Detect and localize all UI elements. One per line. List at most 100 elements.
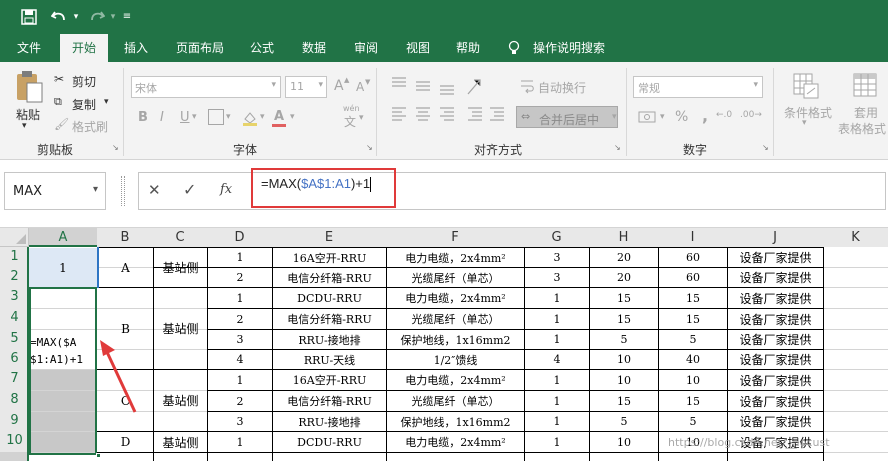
- cell-i3[interactable]: 15: [659, 288, 727, 308]
- paste-icon[interactable]: [14, 70, 44, 104]
- column-header-d[interactable]: D: [207, 228, 272, 247]
- tab-file[interactable]: 文件: [6, 34, 52, 62]
- cell-g3[interactable]: 1: [525, 288, 589, 308]
- cell-j1[interactable]: 设备厂家提供: [728, 248, 823, 267]
- cell-e1[interactable]: 16A空开-RRU: [273, 248, 386, 267]
- alignment-launcher-icon[interactable]: ↘: [614, 143, 621, 152]
- comma-button[interactable]: ,: [702, 106, 708, 125]
- cell-g6[interactable]: 4: [525, 350, 589, 369]
- cell-d3[interactable]: 1: [208, 288, 272, 308]
- column-header-e[interactable]: E: [272, 228, 386, 247]
- cell-i6[interactable]: 40: [659, 350, 727, 369]
- chevron-down-icon[interactable]: ▾: [192, 112, 197, 122]
- chevron-down-icon[interactable]: ▾: [260, 112, 265, 122]
- column-header-j[interactable]: J: [727, 228, 823, 247]
- cell-f1[interactable]: 电力电缆，2x4mm²: [387, 248, 524, 267]
- chevron-down-icon[interactable]: ▾: [359, 113, 364, 123]
- cell-d8[interactable]: 2: [208, 391, 272, 411]
- row-header-2[interactable]: 2: [0, 267, 29, 287]
- column-header-h[interactable]: H: [589, 228, 658, 247]
- cell-h10[interactable]: 10: [590, 432, 658, 452]
- undo-icon[interactable]: [48, 6, 70, 28]
- font-color-icon[interactable]: A: [274, 109, 284, 124]
- select-all-corner[interactable]: [0, 228, 29, 247]
- cell-e6[interactable]: RRU-天线: [273, 350, 386, 369]
- grow-font-button[interactable]: A: [334, 78, 344, 94]
- column-header-i[interactable]: I: [658, 228, 727, 247]
- cell-j6[interactable]: 设备厂家提供: [728, 350, 823, 369]
- cell-f10[interactable]: 电力电缆，2x4mm²: [387, 432, 524, 452]
- clipboard-launcher-icon[interactable]: ↘: [112, 143, 119, 152]
- cell-f3[interactable]: 电力电缆，2x4mm²: [387, 288, 524, 308]
- conditional-format-icon[interactable]: [792, 72, 820, 100]
- italic-button[interactable]: I: [160, 110, 164, 125]
- cell-c-1[interactable]: 基站侧: [154, 248, 207, 287]
- conditional-format-button[interactable]: 条件格式: [784, 104, 832, 121]
- tell-me-search[interactable]: 操作说明搜索: [528, 34, 610, 62]
- undo-dropdown-icon[interactable]: ▾: [70, 6, 82, 28]
- cell-j3[interactable]: 设备厂家提供: [728, 288, 823, 308]
- bold-button[interactable]: B: [138, 110, 148, 125]
- tab-view[interactable]: 视图: [396, 34, 440, 62]
- cell-a1[interactable]: 1: [29, 248, 97, 287]
- tab-data[interactable]: 数据: [292, 34, 336, 62]
- cell-f9[interactable]: 保护地线，1x16mm2: [387, 412, 524, 431]
- cell-g7[interactable]: 1: [525, 370, 589, 390]
- cell-e7[interactable]: 16A空开-RRU: [273, 370, 386, 390]
- customize-icon[interactable]: ≡: [120, 6, 134, 28]
- cell-h2[interactable]: 20: [590, 268, 658, 287]
- tab-help[interactable]: 帮助: [446, 34, 490, 62]
- number-format-select[interactable]: 常规 ▾: [633, 76, 763, 98]
- cell-e9[interactable]: RRU-接地排: [273, 412, 386, 431]
- cell-e3[interactable]: DCDU-RRU: [273, 288, 386, 308]
- cell-f4[interactable]: 光缆尾纤（单芯）: [387, 309, 524, 329]
- cell-h6[interactable]: 10: [590, 350, 658, 369]
- cell-h5[interactable]: 5: [590, 330, 658, 349]
- cell-j7[interactable]: 设备厂家提供: [728, 370, 823, 390]
- cell-g8[interactable]: 1: [525, 391, 589, 411]
- cell-d1[interactable]: 1: [208, 248, 272, 267]
- cell-d2[interactable]: 2: [208, 268, 272, 287]
- column-header-c[interactable]: C: [153, 228, 207, 247]
- cell-j9[interactable]: 设备厂家提供: [728, 412, 823, 431]
- cell-e5[interactable]: RRU-接地排: [273, 330, 386, 349]
- column-header-a[interactable]: A: [29, 228, 97, 247]
- cell-e10[interactable]: DCDU-RRU: [273, 432, 386, 452]
- cell-h9[interactable]: 5: [590, 412, 658, 431]
- phonetic-guide-button[interactable]: 文: [344, 113, 356, 130]
- tab-insert[interactable]: 插入: [112, 34, 160, 62]
- fill-handle[interactable]: [96, 453, 101, 458]
- cut-button[interactable]: 剪切: [72, 73, 96, 90]
- cell-j5[interactable]: 设备厂家提供: [728, 330, 823, 349]
- cell-c-2[interactable]: 基站侧: [154, 288, 207, 369]
- cancel-icon[interactable]: ✕: [148, 181, 161, 199]
- tab-review[interactable]: 审阅: [344, 34, 388, 62]
- cell-j2[interactable]: 设备厂家提供: [728, 268, 823, 287]
- cell-e2[interactable]: 电信分纤箱-RRU: [273, 268, 386, 287]
- cell-i7[interactable]: 10: [659, 370, 727, 390]
- table-format-button[interactable]: 套用: [854, 104, 878, 121]
- tab-formulas[interactable]: 公式: [240, 34, 284, 62]
- cell-c-3[interactable]: 基站侧: [154, 370, 207, 431]
- cell-c-4[interactable]: 基站侧: [154, 432, 207, 452]
- chevron-down-icon[interactable]: ▾: [290, 112, 295, 122]
- cell-g1[interactable]: 3: [525, 248, 589, 267]
- cell-h4[interactable]: 15: [590, 309, 658, 329]
- borders-icon[interactable]: [208, 109, 224, 125]
- table-format-icon[interactable]: [852, 72, 880, 100]
- cell-d9[interactable]: 3: [208, 412, 272, 431]
- cell-e4[interactable]: 电信分纤箱-RRU: [273, 309, 386, 329]
- cell-b-a[interactable]: A: [98, 248, 153, 287]
- cell-f5[interactable]: 保护地线，1x16mm2: [387, 330, 524, 349]
- chevron-down-icon[interactable]: ▾: [612, 112, 617, 122]
- cell-h1[interactable]: 20: [590, 248, 658, 267]
- row-header-3[interactable]: 3: [0, 287, 29, 308]
- shrink-font-button[interactable]: A: [356, 80, 364, 94]
- cell-j4[interactable]: 设备厂家提供: [728, 309, 823, 329]
- cell-f6[interactable]: 1/2″馈线: [387, 350, 524, 369]
- cell-g4[interactable]: 1: [525, 309, 589, 329]
- cell-f2[interactable]: 光缆尾纤（单芯）: [387, 268, 524, 287]
- table-format-button-line2[interactable]: 表格格式: [838, 120, 886, 137]
- cell-b-d[interactable]: D: [98, 432, 153, 452]
- copy-dropdown-icon[interactable]: ▾: [104, 97, 109, 107]
